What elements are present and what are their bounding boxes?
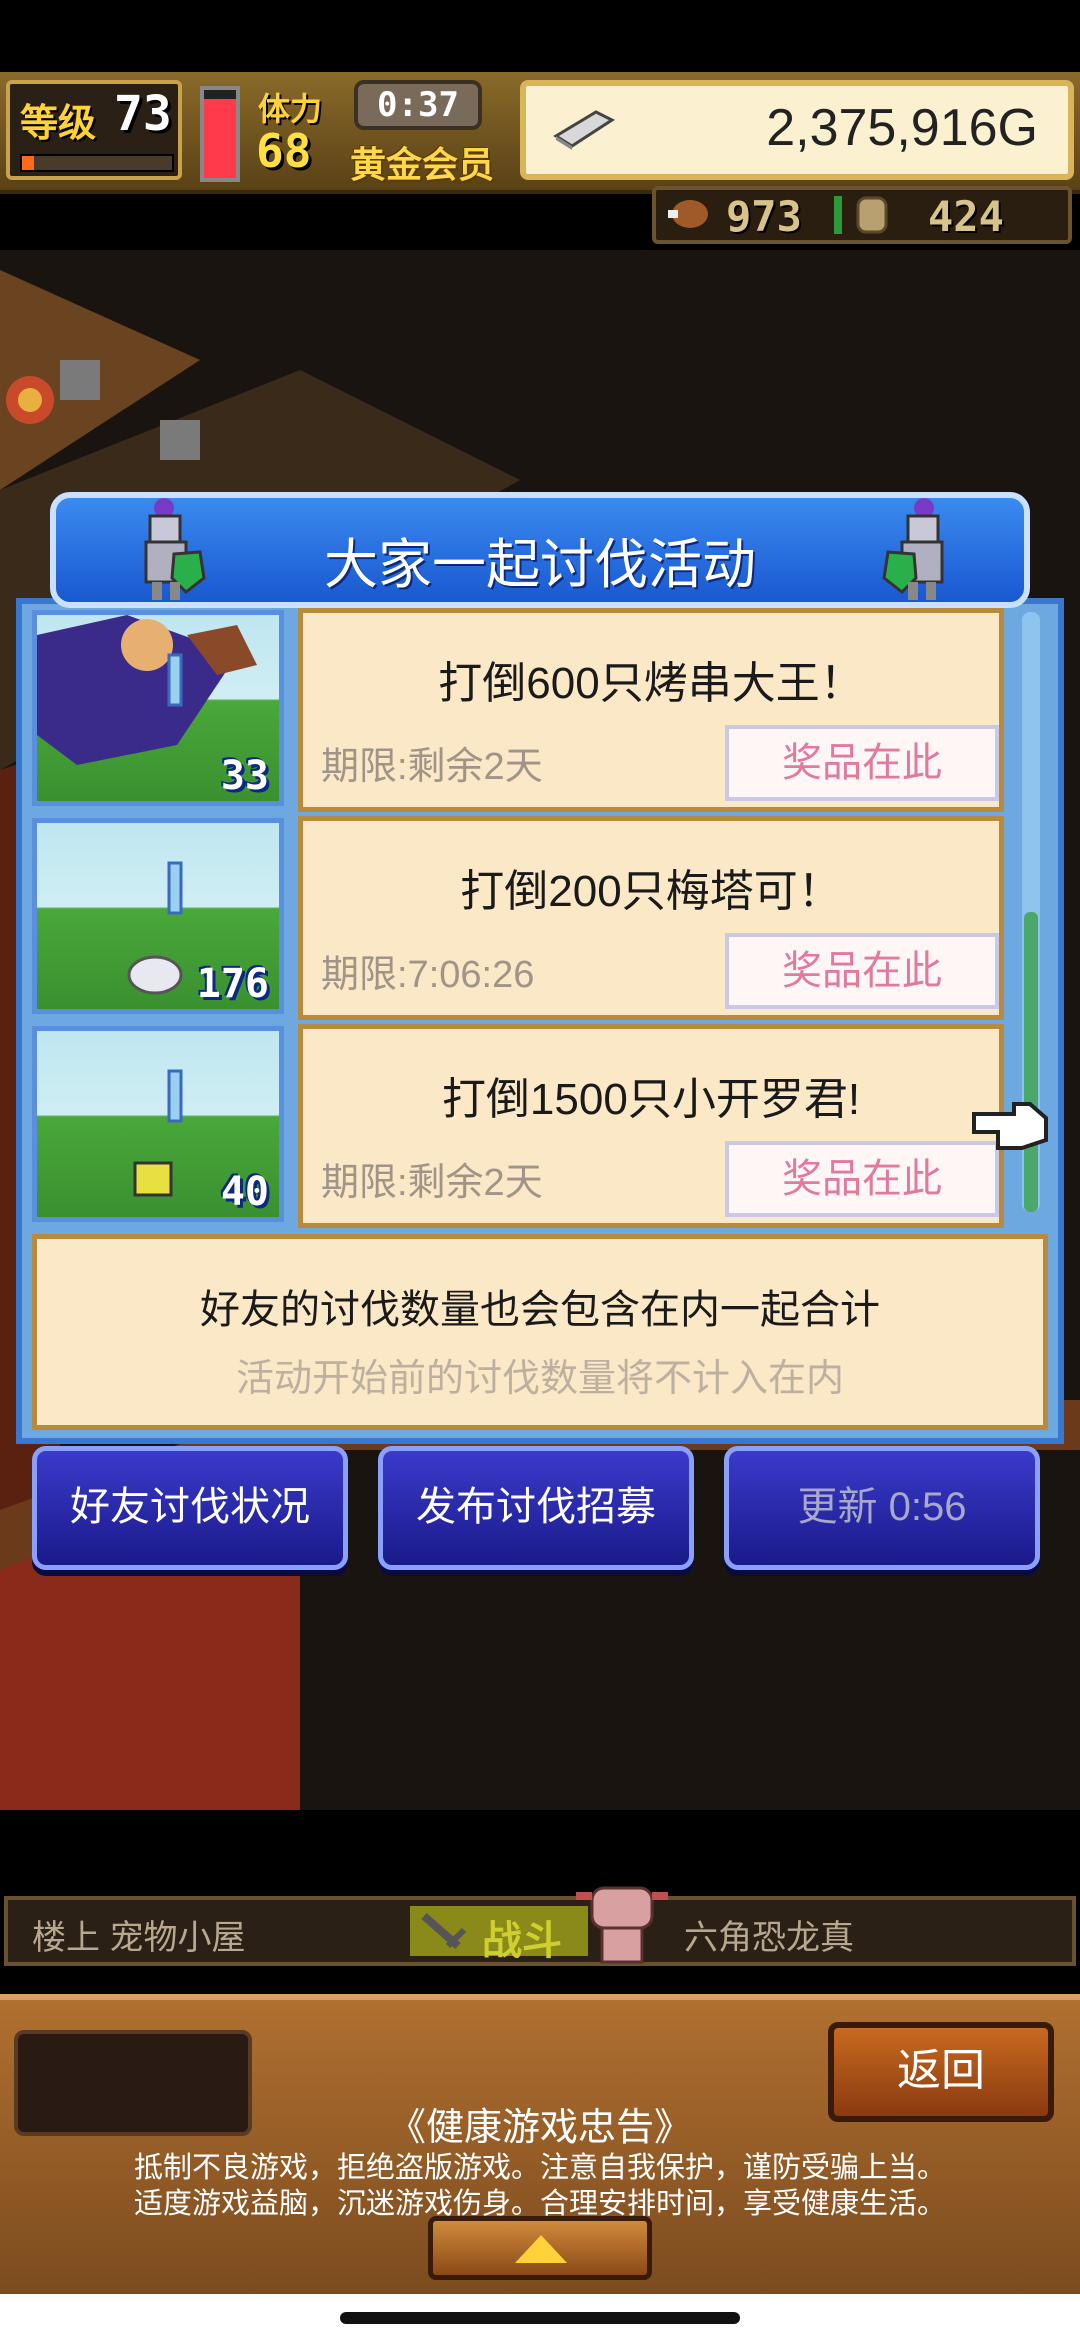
coin-count: 424 [928,192,1004,241]
level-progress-bar [20,154,174,172]
event-deadline: 期限:剩余2天 [321,1162,543,1204]
scrollbar-thumb[interactable] [1024,912,1038,1212]
money-value: 2,375,916G [766,99,1038,157]
stamina-timer: 0:37 [354,80,482,130]
money-panel: 2,375,916G [520,80,1074,180]
gold-member-badge[interactable]: 黄金会员 [350,136,494,188]
health-notice-title: 《健康游戏忠告》 [387,2107,692,2149]
event-card[interactable]: 打倒200只梅塔可！ 期限:7:06:26 奖品在此 [298,816,1004,1020]
meat-icon [668,200,708,228]
stamina-panel: 体力 68 [252,80,356,180]
prize-button[interactable]: 奖品在此 [725,725,999,801]
event-title: 打倒1500只小开罗君! [441,1075,861,1124]
battle-indicator[interactable]: 战斗 [410,1906,588,1964]
event-kill-count: 40 [220,1169,269,1215]
friend-status-button[interactable]: 好友讨伐状况 [32,1446,348,1570]
event-thumbnail[interactable]: 176 [32,818,284,1014]
expand-menu-button[interactable] [428,2216,652,2280]
event-card[interactable]: 打倒1500只小开罗君! 期限:剩余2天 奖品在此 [298,1024,1004,1228]
note-line-1: 好友的讨伐数量也会包含在内一起合计 [200,1288,880,1332]
battle-label: 战斗 [482,1918,562,1964]
bottom-panel: 返回 《健康游戏忠告》 抵制不良游戏，拒绝盗版游戏。注意自我保护，谨防受骗上当。… [0,1994,1080,2300]
hp-gauge-fill [204,98,236,178]
currency-row: 973 424 [652,186,1072,244]
level-panel: 等级 73 [6,80,182,180]
event-title: 打倒200只梅塔可！ [460,867,842,916]
meat-count: 973 [726,192,802,241]
dialog-header: 大家一起讨伐活动 [50,492,1030,608]
event-deadline: 期限:剩余2天 [321,746,543,788]
note-line-2: 活动开始前的讨伐数量将不计入在内 [235,1358,844,1400]
level-progress-fill [22,156,34,170]
post-recruit-button[interactable]: 发布讨伐招募 [378,1446,694,1570]
event-kill-count: 33 [220,753,269,799]
knight-icon [882,498,944,600]
currency-divider [834,196,842,234]
level-value: 73 [114,86,172,142]
level-label: 等级 [20,101,97,145]
location-status-bar: 楼上 宠物小屋 战斗 六角恐龙真 [4,1886,1076,1966]
axolotl-pet-icon [576,1886,668,1964]
coin-icon [856,196,888,234]
stamina-value: 68 [256,124,312,178]
pet-name: 六角恐龙真 [684,1919,854,1957]
event-thumbnail[interactable]: 40 [32,1026,284,1222]
sword-icon [421,1913,467,1949]
event-thumbnail[interactable]: 33 [32,610,284,806]
event-title: 打倒600只烤串大王！ [438,659,864,708]
event-kill-count: 176 [196,961,269,1007]
prize-button[interactable]: 奖品在此 [725,1141,999,1217]
arrow-up-icon [515,2235,567,2263]
floor-label: 楼上 宠物小屋 [32,1919,246,1957]
event-note-panel: 好友的讨伐数量也会包含在内一起合计 活动开始前的讨伐数量将不计入在内 [32,1234,1048,1430]
event-card[interactable]: 打倒600只烤串大王！ 期限:剩余2天 奖品在此 [298,608,1004,812]
refresh-button[interactable]: 更新 0:56 [724,1446,1040,1570]
event-deadline: 期限:7:06:26 [321,954,535,996]
home-indicator[interactable] [340,2312,740,2324]
hp-gauge [200,86,240,182]
silver-bar-icon [553,110,616,150]
top-hud: 等级 73 体力 68 0:37 黄金会员 2,375,916G [0,72,1080,194]
prize-button[interactable]: 奖品在此 [725,933,999,1009]
pointer-hand-icon [972,1102,1048,1150]
